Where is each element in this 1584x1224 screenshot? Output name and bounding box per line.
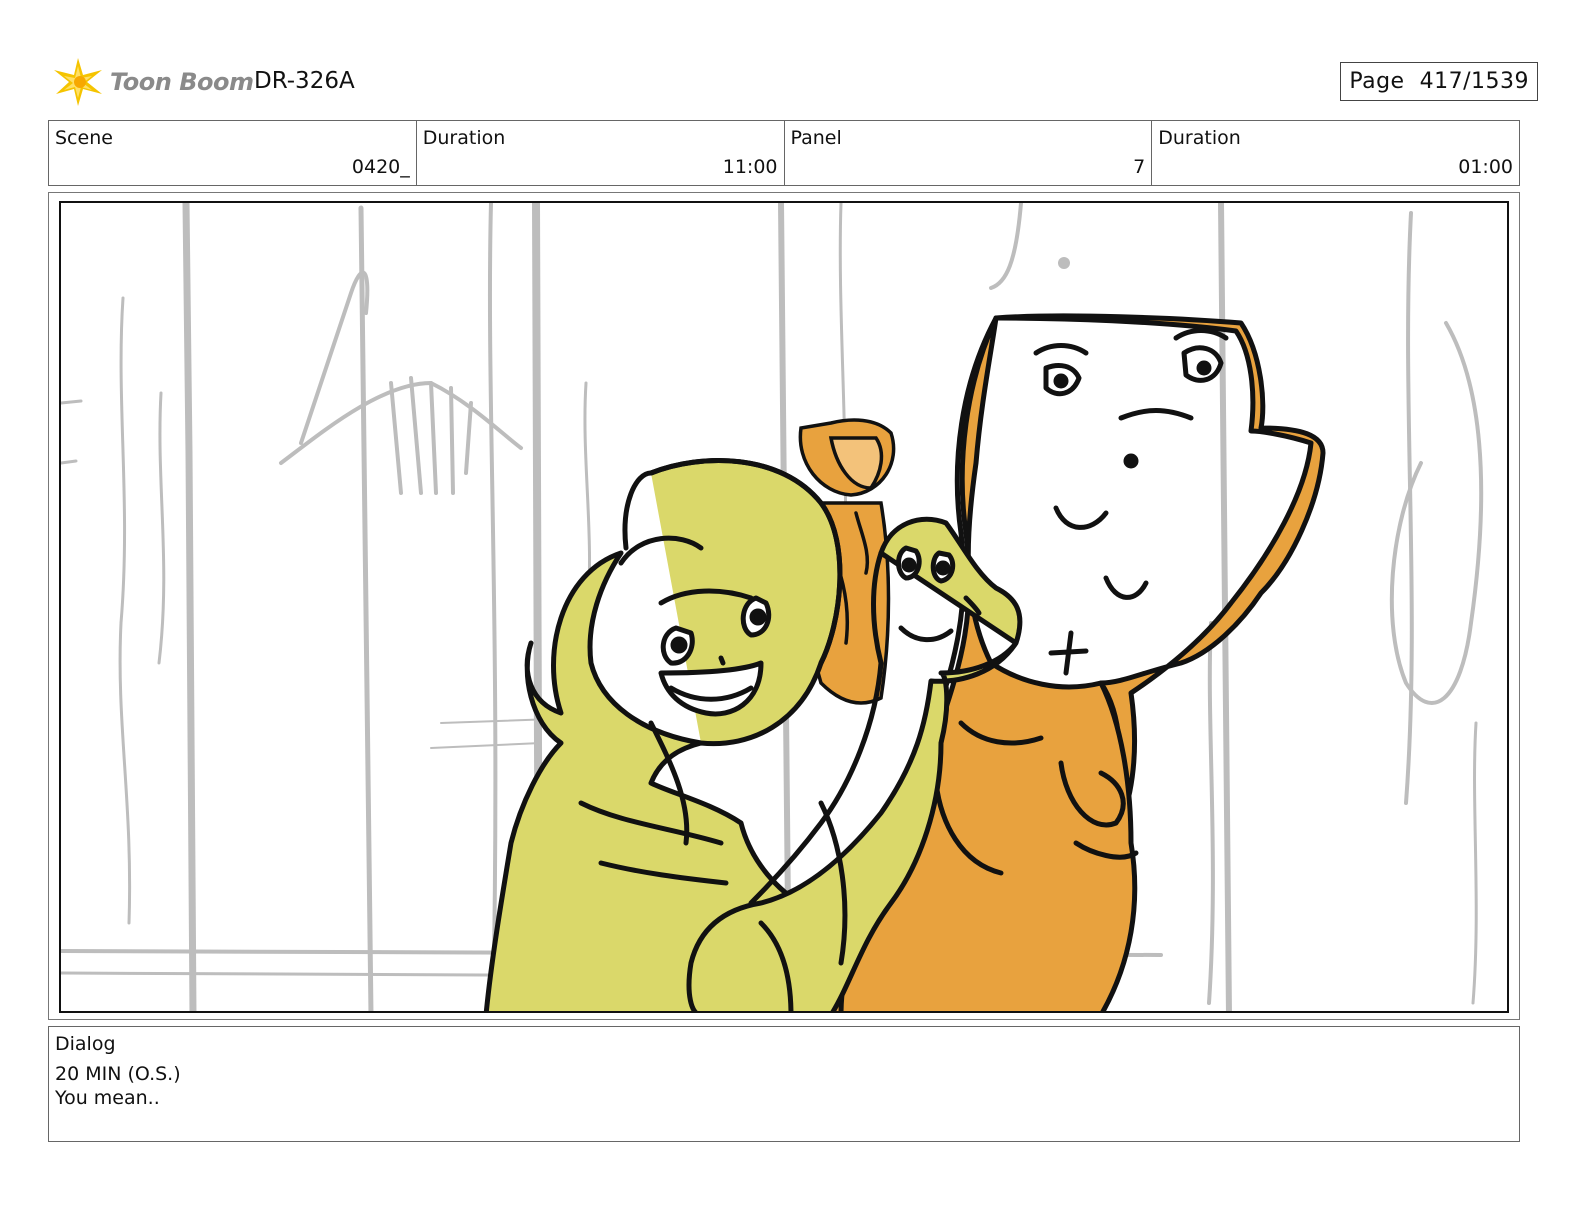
dialog-speaker: 20 MIN (O.S.) — [55, 1063, 181, 1085]
page-indicator: Page 417/1539 — [1340, 62, 1538, 101]
panel-duration-label: Duration — [1158, 127, 1241, 149]
scene-info-row: Scene 0420_ Duration 11:00 Panel 7 Durat… — [48, 120, 1520, 186]
project-id: DR-326A — [254, 68, 355, 94]
panel-value: 7 — [1133, 156, 1146, 178]
dialog-box: Dialog 20 MIN (O.S.) You mean.. — [48, 1026, 1520, 1142]
toon-boom-star-icon — [54, 58, 102, 106]
dialog-text: You mean.. — [55, 1087, 160, 1109]
page-label: Page — [1349, 69, 1405, 94]
dialog-label: Dialog — [55, 1033, 116, 1055]
panel-duration-cell: Duration 01:00 — [1152, 121, 1519, 185]
scene-duration-cell: Duration 11:00 — [417, 121, 785, 185]
page-header: Toon Boom DR-326A Page 417/1539 — [48, 52, 1538, 112]
page-number: 417/1539 — [1419, 69, 1529, 94]
toon-boom-logo: Toon Boom — [52, 56, 254, 108]
scene-cell: Scene 0420_ — [49, 121, 417, 185]
scene-duration-label: Duration — [422, 127, 506, 149]
panel-label: Panel — [790, 127, 842, 149]
storyboard-panel-image — [59, 201, 1509, 1013]
scene-label: Scene — [55, 127, 113, 149]
scene-duration-value: 11:00 — [722, 156, 778, 178]
panel-duration-value: 01:00 — [1458, 156, 1513, 178]
panel-cell: Panel 7 — [785, 121, 1153, 185]
storyboard-sketch — [61, 203, 1484, 1011]
storyboard-panel-frame — [48, 192, 1520, 1020]
orange-dinosaur — [820, 313, 1326, 1011]
logo-text: Toon Boom — [110, 68, 254, 96]
scene-value: 0420_ — [351, 156, 410, 178]
